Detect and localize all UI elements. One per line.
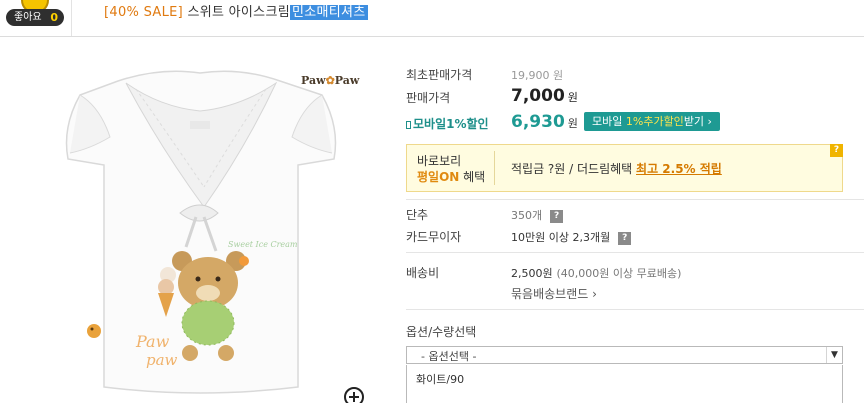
brand-logo: Paw✿Paw xyxy=(301,74,360,87)
unit-label: 단추 xyxy=(406,208,429,222)
mobile-extra-discount-button[interactable]: 모바일 1%추가할인받기 › xyxy=(584,112,720,131)
unit-value: 350개? xyxy=(511,207,564,223)
product-title: [40% SALE] 스위트 아이스크림 민소매티셔츠 xyxy=(104,1,368,20)
sale-price-label: 판매가격 xyxy=(406,91,451,105)
benefit-title: 바로보리 평일ON 혜택 xyxy=(417,154,486,184)
unit-help-icon[interactable]: ? xyxy=(550,210,564,223)
option-list-item[interactable]: 화이트/90 xyxy=(416,371,464,387)
product-name-highlight: 민소매티셔츠 xyxy=(289,5,368,20)
like-button[interactable]: 좋아요 0 xyxy=(6,9,64,26)
benefit-box: 바로보리 평일ON 혜택 적립금 ?원 / 더드림혜택 최고 2.5% 적립 ? xyxy=(406,144,843,192)
product-name: 스위트 아이스크림 xyxy=(187,5,290,20)
mobile-phone-icon xyxy=(406,121,411,129)
mobile-price-value: 6,930 원 xyxy=(511,112,578,132)
benefit-help-icon[interactable]: ? xyxy=(830,144,843,157)
benefit-divider xyxy=(494,151,495,185)
installment-label: 카드무이자 xyxy=(406,230,462,244)
chevron-down-icon[interactable]: ▼ xyxy=(826,347,842,363)
shipping-value: 2,500원 (40,000원 이상 무료배송) xyxy=(511,267,682,280)
benefit-reward-text: 적립금 ?원 / 더드림혜택 최고 2.5% 적립 xyxy=(511,162,722,176)
tshirt-illustration: Paw paw Sweet Ice Cream xyxy=(65,70,337,394)
decor-sticker-icon xyxy=(87,324,101,338)
max-reward-link[interactable]: 최고 2.5% 적립 xyxy=(636,162,722,176)
bundle-shipping-brand-link[interactable]: 묶음배송브랜드 › xyxy=(511,285,597,302)
divider xyxy=(406,252,864,253)
svg-text:Paw: Paw xyxy=(135,332,170,351)
divider xyxy=(406,199,864,200)
header-divider xyxy=(71,0,72,36)
shipping-label: 배송비 xyxy=(406,266,440,280)
sale-price-value: 7,000 원 xyxy=(511,86,578,106)
option-select-value: - 옵션선택 - xyxy=(421,350,477,363)
options-label: 옵션/수량선택 xyxy=(406,325,477,339)
option-listbox[interactable]: 화이트/90 xyxy=(406,365,843,403)
svg-text:paw: paw xyxy=(146,351,178,369)
option-select[interactable]: - 옵션선택 - ▼ xyxy=(406,346,843,364)
like-label: 좋아요 xyxy=(14,12,42,23)
sale-tag: [40% SALE] xyxy=(104,5,184,20)
original-price-value: 19,900 원 xyxy=(511,69,564,82)
like-count: 0 xyxy=(50,11,58,24)
svg-text:Sweet Ice Cream: Sweet Ice Cream xyxy=(228,240,298,249)
installment-value: 10만원 이상 2,3개월? xyxy=(511,229,632,245)
mobile-discount-label: 모바일1%할인 xyxy=(406,115,489,132)
original-price-label: 최초판매가격 xyxy=(406,68,473,82)
divider xyxy=(406,309,864,310)
installment-help-icon[interactable]: ? xyxy=(618,232,632,245)
zoom-in-icon[interactable] xyxy=(344,387,364,403)
product-image[interactable]: Paw paw Sweet Ice Cream xyxy=(40,37,380,403)
like-badge[interactable]: 좋아요 0 xyxy=(0,0,70,28)
